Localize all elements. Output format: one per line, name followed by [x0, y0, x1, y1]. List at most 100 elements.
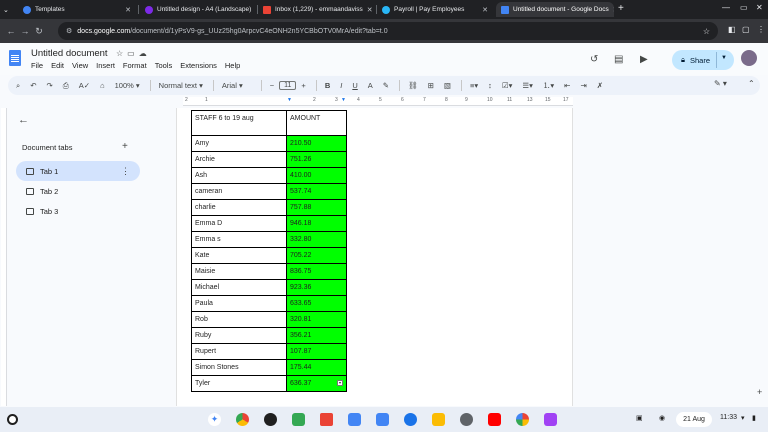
extensions-icon[interactable]: ◧ — [728, 25, 736, 34]
browser-tab-gmail[interactable]: Inbox (1,229) - emmaandaviss ✕ — [258, 2, 374, 17]
menu-file[interactable]: File — [31, 61, 43, 70]
side-panel-expand-icon[interactable]: + — [757, 387, 762, 397]
document-title[interactable]: Untitled document — [31, 48, 108, 59]
staff-name-cell[interactable]: Ash — [191, 167, 287, 184]
menu-extensions[interactable]: Extensions — [180, 61, 217, 70]
staff-name-cell[interactable]: Emma D — [191, 215, 287, 232]
sidebar-item-tab-3[interactable]: Tab 3 — [16, 201, 140, 221]
checklist-icon[interactable]: ☑▾ — [502, 81, 513, 90]
print-icon[interactable]: ⎙ — [63, 81, 69, 91]
close-window-icon[interactable]: ✕ — [756, 3, 763, 12]
chrome-icon[interactable] — [236, 413, 249, 426]
cell-menu-chevron-icon[interactable]: ▾ — [337, 380, 343, 386]
staff-name-cell[interactable]: cameran — [191, 183, 287, 200]
staff-name-cell[interactable]: Maisie — [191, 263, 287, 280]
editing-mode-icon[interactable]: ✎ ▾ — [714, 79, 727, 88]
amount-cell[interactable]: 356.21 — [286, 327, 347, 344]
chevron-down-icon[interactable]: ▼ — [721, 55, 727, 61]
highlight-icon[interactable]: ✎ — [383, 81, 389, 90]
browser-menu-icon[interactable]: ⋮ — [757, 25, 765, 34]
date-pill[interactable]: 21 Aug — [676, 412, 712, 427]
amount-cell[interactable]: 332.80 — [286, 231, 347, 248]
amount-cell[interactable]: 410.00 — [286, 167, 347, 184]
files-icon[interactable] — [376, 413, 389, 426]
browser-tab-templates[interactable]: Templates ✕ — [18, 2, 136, 17]
staff-name-cell[interactable]: Archie — [191, 151, 287, 168]
staff-name-cell[interactable]: Rob — [191, 311, 287, 328]
staff-name-cell[interactable]: charlie — [191, 199, 287, 216]
docs-logo-icon[interactable] — [9, 50, 21, 66]
font-select[interactable]: Arial ▾ — [222, 81, 243, 90]
browser-tab-docs[interactable]: Untitled document - Google Docs ✕ — [496, 2, 614, 17]
meet-icon[interactable]: ▶ — [640, 54, 648, 65]
horizontal-ruler[interactable]: 2 1 ▼ 2 3 ▼ 4 5 6 7 8 9 10 11 13 15 17 — [183, 97, 573, 106]
amount-cell[interactable]: 107.87 — [286, 343, 347, 360]
podcast-app-icon[interactable] — [264, 413, 277, 426]
camera-icon[interactable] — [460, 413, 473, 426]
spellcheck-icon[interactable]: A✓ — [79, 81, 90, 90]
sidebar-item-tab-1[interactable]: Tab 1 ⋮ — [16, 161, 140, 181]
text-color-icon[interactable]: A — [368, 81, 373, 90]
amount-cell[interactable]: 751.26 — [286, 151, 347, 168]
italic-icon[interactable]: I — [340, 81, 342, 90]
browser-tab-payroll[interactable]: Payroll | Pay Employees ✕ — [377, 2, 493, 17]
menu-view[interactable]: View — [72, 61, 88, 70]
maximize-icon[interactable]: ▭ — [740, 3, 748, 12]
sidebar-item-tab-2[interactable]: Tab 2 — [16, 181, 140, 201]
reload-icon[interactable]: ↻ — [32, 26, 46, 37]
right-indent-marker-icon[interactable]: ▼ — [341, 97, 346, 103]
forward-icon[interactable]: → — [18, 26, 32, 36]
font-size-field[interactable]: 11 — [279, 81, 297, 90]
staff-amount-table[interactable]: STAFF 6 to 19 aug AMOUNT Amy 210.50 Archi… — [191, 110, 347, 392]
amount-cell[interactable]: 175.44 — [286, 359, 347, 376]
gemini-icon[interactable]: ✦ — [208, 413, 221, 426]
back-arrow-icon[interactable]: ← — [18, 114, 29, 126]
amount-cell[interactable]: 757.88 — [286, 199, 347, 216]
add-tab-icon[interactable]: + — [122, 141, 128, 152]
redo-icon[interactable]: ↷ — [47, 81, 53, 90]
undo-icon[interactable]: ↶ — [30, 81, 36, 90]
close-icon[interactable]: ✕ — [255, 6, 256, 14]
amount-cell[interactable]: 923.36 — [286, 279, 347, 296]
link-icon[interactable]: ⛓ — [408, 81, 418, 90]
close-icon[interactable]: ✕ — [125, 6, 131, 14]
staff-name-cell[interactable]: Emma s — [191, 231, 287, 248]
close-icon[interactable]: ✕ — [482, 6, 488, 14]
staff-name-cell[interactable]: Rupert — [191, 343, 287, 360]
increase-indent-icon[interactable]: ⇥ — [580, 81, 586, 90]
slides-icon[interactable] — [432, 413, 445, 426]
paint-format-icon[interactable]: ⌂ — [100, 81, 105, 90]
launcher-icon[interactable] — [7, 414, 18, 425]
search-menus-icon[interactable]: ⌕ — [16, 81, 20, 91]
staff-name-cell[interactable]: Amy — [191, 135, 287, 152]
document-page[interactable]: STAFF 6 to 19 aug AMOUNT Amy 210.50 Archi… — [176, 108, 573, 406]
image-icon[interactable]: ▧ — [444, 81, 451, 90]
sheets-icon[interactable] — [292, 413, 305, 426]
comments-icon[interactable]: ▤ — [614, 54, 623, 65]
bookmark-star-icon[interactable]: ☆ — [703, 27, 710, 36]
decrease-indent-icon[interactable]: ⇤ — [564, 81, 570, 90]
cloud-saved-icon[interactable]: ☁ — [139, 49, 151, 58]
vertical-ruler[interactable] — [1, 108, 7, 406]
url-field[interactable]: ⚙ docs.google.com /document/d/1yPsV9-gs_… — [58, 22, 718, 40]
amount-cell[interactable]: 537.74 — [286, 183, 347, 200]
header-staff-cell[interactable]: STAFF 6 to 19 aug — [191, 110, 287, 136]
amount-cell[interactable]: 836.75 — [286, 263, 347, 280]
numbered-list-icon[interactable]: ⒈▾ — [543, 80, 554, 91]
youtube-icon[interactable] — [488, 413, 501, 426]
amount-cell[interactable]: 946.18 — [286, 215, 347, 232]
messages-icon[interactable] — [404, 413, 417, 426]
photos-icon[interactable] — [516, 413, 529, 426]
staff-name-cell[interactable]: Paula — [191, 295, 287, 312]
tab-search-icon[interactable]: ⌄ — [3, 2, 11, 17]
zoom-select[interactable]: 100% ▾ — [115, 81, 140, 90]
menu-help[interactable]: Help — [225, 61, 240, 70]
share-button[interactable]: 🔒︎ Share ▼ — [672, 50, 734, 70]
profile-icon[interactable]: ▢ — [742, 25, 750, 34]
clock[interactable]: 11:33 — [720, 414, 737, 421]
history-icon[interactable]: ↺ — [590, 54, 598, 65]
amount-cell[interactable]: 320.81 — [286, 311, 347, 328]
staff-name-cell[interactable]: Tyler — [191, 375, 287, 392]
back-icon[interactable]: ← — [4, 26, 18, 36]
staff-name-cell[interactable]: Kate — [191, 247, 287, 264]
